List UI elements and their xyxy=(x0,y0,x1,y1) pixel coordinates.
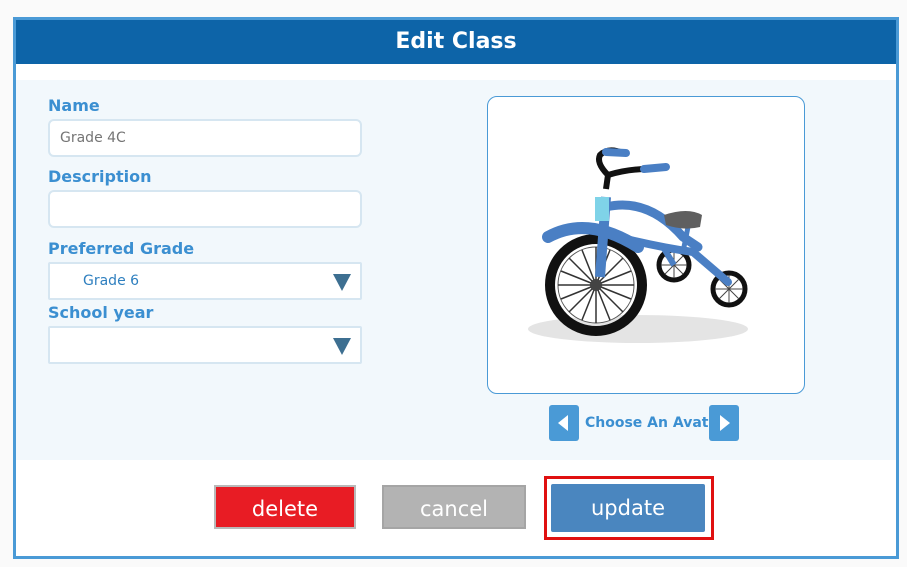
preferred-grade-select[interactable]: Grade 6 xyxy=(48,262,362,300)
name-label: Name xyxy=(48,96,100,115)
dialog-titlebar: Edit Class xyxy=(16,20,896,64)
avatar-preview xyxy=(487,96,805,394)
school-year-select[interactable] xyxy=(48,326,362,364)
description-field-wrapper xyxy=(48,190,362,228)
name-input[interactable] xyxy=(50,121,360,155)
avatar-next-button[interactable] xyxy=(709,405,739,441)
update-highlight-frame xyxy=(544,476,714,540)
choose-avatar-label: Choose An Avatar xyxy=(585,415,725,431)
description-label: Description xyxy=(48,167,152,186)
tricycle-icon xyxy=(528,147,748,343)
name-field-wrapper xyxy=(48,119,362,157)
chevron-left-icon xyxy=(558,415,568,431)
dialog-title: Edit Class xyxy=(395,29,517,54)
school-year-label: School year xyxy=(48,303,154,322)
description-input[interactable] xyxy=(50,192,360,226)
delete-button[interactable]: delete xyxy=(214,485,356,529)
preferred-grade-label: Preferred Grade xyxy=(48,239,195,258)
chevron-right-icon xyxy=(720,415,730,431)
preferred-grade-value: Grade 6 xyxy=(83,273,140,289)
edit-class-dialog: Edit Class Name Description Preferred Gr… xyxy=(13,17,899,559)
avatar-prev-button[interactable] xyxy=(549,405,579,441)
dropdown-arrow-icon xyxy=(333,338,351,355)
dropdown-arrow-icon xyxy=(333,274,351,291)
cancel-button[interactable]: cancel xyxy=(382,485,526,529)
avatar-chooser: Choose An Avatar xyxy=(549,405,739,443)
